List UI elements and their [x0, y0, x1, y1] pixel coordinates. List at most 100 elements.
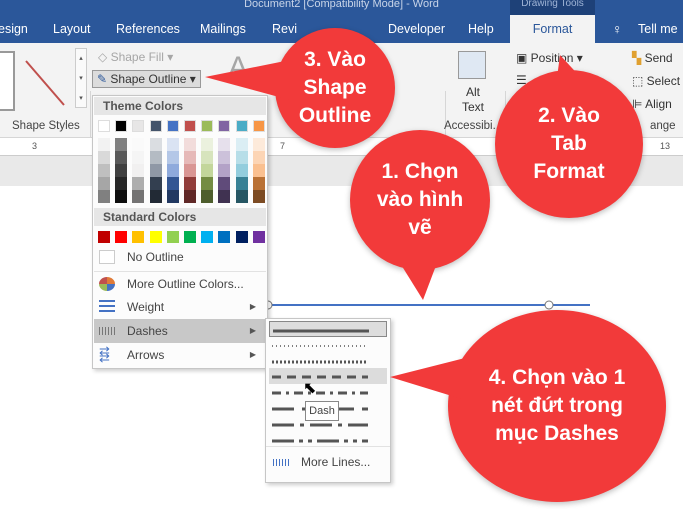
- dash-style-round-dot[interactable]: [269, 337, 387, 353]
- standard-color-swatch[interactable]: [252, 231, 265, 243]
- theme-color-shade[interactable]: [166, 151, 179, 164]
- theme-color-shade[interactable]: [98, 190, 110, 203]
- theme-color-shade[interactable]: [115, 151, 128, 164]
- tell-me[interactable]: Tell me: [638, 15, 678, 43]
- theme-color-shade[interactable]: [166, 177, 179, 190]
- standard-color-swatch[interactable]: [132, 231, 145, 243]
- more-outline-colors-item[interactable]: More Outline Colors...: [94, 271, 266, 295]
- tab-format[interactable]: Format: [510, 15, 595, 43]
- standard-color-swatch[interactable]: [201, 231, 214, 243]
- theme-color-swatch[interactable]: [235, 120, 248, 132]
- theme-color-shade[interactable]: [184, 138, 196, 151]
- theme-color-shade[interactable]: [166, 138, 179, 151]
- theme-color-shade[interactable]: [98, 164, 110, 177]
- selection-pane-button[interactable]: ⬚ Select: [632, 74, 680, 88]
- theme-color-shade[interactable]: [218, 138, 231, 151]
- theme-color-shade[interactable]: [132, 177, 145, 190]
- theme-color-shade[interactable]: [235, 190, 248, 203]
- theme-color-swatch[interactable]: [218, 120, 231, 132]
- theme-color-shade[interactable]: [149, 177, 162, 190]
- align-button[interactable]: ⊫ Align: [632, 97, 672, 111]
- theme-color-shade[interactable]: [252, 164, 265, 177]
- theme-color-shade[interactable]: [252, 190, 265, 203]
- theme-color-shade[interactable]: [252, 151, 265, 164]
- shape-style-preview[interactable]: [0, 51, 15, 111]
- theme-color-shade[interactable]: [184, 177, 196, 190]
- theme-color-shade[interactable]: [184, 151, 196, 164]
- theme-color-shade[interactable]: [184, 190, 196, 203]
- more-lines-item[interactable]: More Lines...: [269, 451, 387, 473]
- dash-style-dash-dot[interactable]: [269, 384, 387, 400]
- shape-fill-button[interactable]: ◇ Shape Fill ▾: [98, 50, 173, 64]
- shape-outline-button[interactable]: ✎ Shape Outline ▾: [92, 70, 201, 88]
- send-backward-button[interactable]: ▚ Send: [632, 51, 673, 65]
- theme-color-shade[interactable]: [115, 190, 128, 203]
- tab-layout[interactable]: Layout: [53, 15, 91, 43]
- tab-review[interactable]: Revi: [272, 15, 297, 43]
- dashes-item[interactable]: Dashes ▶: [94, 319, 266, 343]
- theme-color-shade[interactable]: [132, 151, 145, 164]
- theme-color-shade[interactable]: [218, 190, 231, 203]
- standard-color-swatch[interactable]: [218, 231, 231, 243]
- no-outline-item[interactable]: No Outline: [94, 245, 266, 269]
- tab-developer[interactable]: Developer: [388, 15, 445, 43]
- theme-color-shade[interactable]: [149, 151, 162, 164]
- standard-color-swatch[interactable]: [98, 231, 110, 243]
- theme-color-shade[interactable]: [201, 190, 214, 203]
- theme-color-shade[interactable]: [115, 164, 128, 177]
- theme-color-shade[interactable]: [201, 138, 214, 151]
- theme-color-shade[interactable]: [149, 164, 162, 177]
- theme-color-shade[interactable]: [235, 164, 248, 177]
- dash-style-solid[interactable]: [269, 321, 387, 337]
- dash-style-dash[interactable]: [269, 368, 387, 385]
- theme-color-shade[interactable]: [252, 138, 265, 151]
- standard-color-swatch[interactable]: [166, 231, 179, 243]
- theme-color-swatch[interactable]: [98, 120, 110, 132]
- theme-color-shade[interactable]: [149, 138, 162, 151]
- theme-color-shade[interactable]: [201, 164, 214, 177]
- styles-scroll[interactable]: ▴ ▾ ▾: [75, 48, 87, 108]
- theme-color-shade[interactable]: [166, 164, 179, 177]
- tab-design[interactable]: esign: [0, 15, 28, 43]
- theme-color-swatch[interactable]: [149, 120, 162, 132]
- theme-color-shade[interactable]: [132, 190, 145, 203]
- theme-color-swatch[interactable]: [252, 120, 265, 132]
- weight-item[interactable]: Weight ▶: [94, 295, 266, 319]
- theme-color-shade[interactable]: [235, 138, 248, 151]
- theme-color-shade[interactable]: [201, 151, 214, 164]
- theme-color-shade[interactable]: [218, 177, 231, 190]
- theme-color-swatch[interactable]: [166, 120, 179, 132]
- standard-color-swatch[interactable]: [115, 231, 128, 243]
- theme-color-shade[interactable]: [201, 177, 214, 190]
- theme-color-swatch[interactable]: [115, 120, 128, 132]
- theme-color-shade[interactable]: [98, 177, 110, 190]
- theme-color-shade[interactable]: [149, 190, 162, 203]
- theme-color-shade[interactable]: [184, 164, 196, 177]
- alt-text-button[interactable]: Alt Text: [462, 85, 484, 115]
- tab-help[interactable]: Help: [468, 15, 494, 43]
- arrows-item[interactable]: ⇄ ⇄ Arrows ▶: [94, 343, 266, 367]
- dash-style-square-dot[interactable]: [269, 353, 387, 369]
- theme-color-shade[interactable]: [132, 164, 145, 177]
- standard-color-swatch[interactable]: [184, 231, 196, 243]
- tab-mailings[interactable]: Mailings: [200, 15, 246, 43]
- theme-color-swatch[interactable]: [201, 120, 214, 132]
- standard-color-swatch[interactable]: [149, 231, 162, 243]
- tab-references[interactable]: References: [116, 15, 180, 43]
- theme-color-shade[interactable]: [115, 177, 128, 190]
- theme-color-shade[interactable]: [218, 151, 231, 164]
- line-style-preview[interactable]: [20, 53, 70, 113]
- theme-color-shade[interactable]: [166, 190, 179, 203]
- theme-color-shade[interactable]: [235, 151, 248, 164]
- theme-color-swatch[interactable]: [132, 120, 145, 132]
- theme-color-shade[interactable]: [252, 177, 265, 190]
- theme-color-shade[interactable]: [132, 138, 145, 151]
- theme-color-shade[interactable]: [98, 151, 110, 164]
- theme-color-shade[interactable]: [235, 177, 248, 190]
- theme-color-shade[interactable]: [98, 138, 110, 151]
- theme-color-shade[interactable]: [115, 138, 128, 151]
- theme-color-swatch[interactable]: [184, 120, 196, 132]
- theme-color-shade[interactable]: [218, 164, 231, 177]
- standard-color-swatch[interactable]: [235, 231, 248, 243]
- resize-handle[interactable]: [544, 300, 554, 310]
